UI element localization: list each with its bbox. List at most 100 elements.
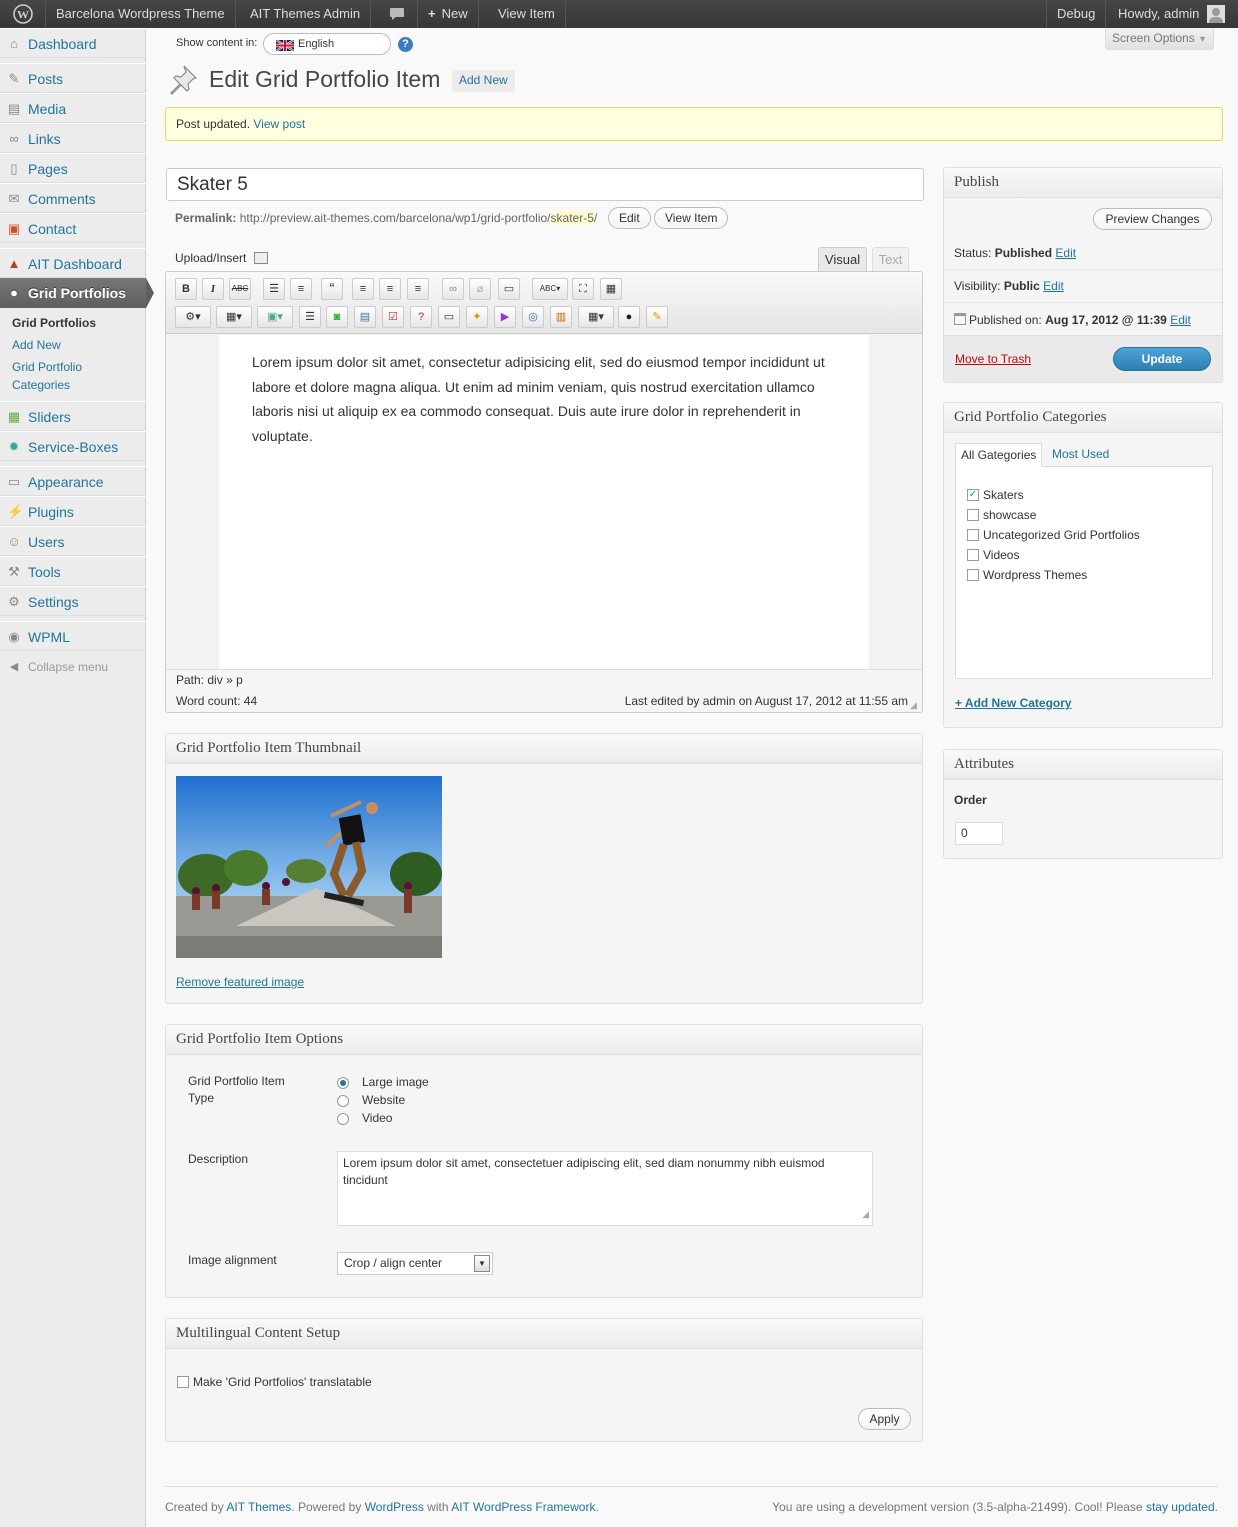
category-item[interactable]: showcase xyxy=(967,508,1036,522)
category-checkbox[interactable]: ✓ xyxy=(967,488,979,501)
wordpress-logo-icon[interactable]: W xyxy=(0,0,46,28)
menu-wpml[interactable]: ◉ WPML xyxy=(0,621,146,651)
translatable-checkbox[interactable] xyxy=(177,1375,189,1388)
permalink-edit-button[interactable]: Edit xyxy=(608,207,651,229)
menu-appearance[interactable]: ▭ Appearance xyxy=(0,466,146,496)
button-shortcode-icon[interactable]: ◙ xyxy=(326,306,348,328)
category-item[interactable]: ✓ Skaters xyxy=(967,488,1024,502)
align-right-icon[interactable]: ≡ xyxy=(407,278,429,300)
strikethrough-button[interactable]: ABC xyxy=(229,278,251,300)
menu-contact[interactable]: ▣ Contact xyxy=(0,213,146,243)
menu-links[interactable]: ∞ Links xyxy=(0,123,146,153)
submenu-add-new[interactable]: Add New xyxy=(12,336,61,354)
fullscreen-icon[interactable]: ⛶ xyxy=(572,278,594,300)
category-checkbox[interactable] xyxy=(967,568,979,581)
tab-all-categories[interactable]: All Gategories xyxy=(955,443,1043,467)
category-item[interactable]: Wordpress Themes xyxy=(967,568,1087,582)
list-style-icon[interactable]: ☰ xyxy=(299,306,321,328)
lightbulb-icon[interactable]: ✦ xyxy=(466,306,488,328)
bold-button[interactable]: B xyxy=(175,278,197,300)
featured-image[interactable] xyxy=(176,776,442,958)
description-textarea[interactable]: Lorem ipsum dolor sit amet, consectetuer… xyxy=(337,1151,873,1226)
upload-insert-label[interactable]: Upload/Insert xyxy=(175,250,268,265)
comments-icon[interactable] xyxy=(376,0,418,28)
menu-plugins[interactable]: ⚡ Plugins xyxy=(0,496,146,526)
insert-link-icon[interactable]: ∞ xyxy=(442,278,464,300)
add-new-category-link[interactable]: + Add New Category xyxy=(955,696,1072,710)
image-alignment-select[interactable]: Crop / align center ▼ xyxy=(337,1252,493,1275)
menu-dashboard[interactable]: ⌂ Dashboard xyxy=(0,28,146,58)
tab-text[interactable]: Text xyxy=(872,247,909,271)
menu-tools[interactable]: ⚒ Tools xyxy=(0,556,146,586)
category-checkbox[interactable] xyxy=(967,528,979,541)
checklist-icon[interactable]: ☑ xyxy=(382,306,404,328)
move-to-trash-link[interactable]: Move to Trash xyxy=(955,352,1031,366)
type-video-radio[interactable] xyxy=(337,1113,349,1125)
shortcodes-gear-icon[interactable]: ⚙▾ xyxy=(175,306,211,328)
frame-icon[interactable]: ▭ xyxy=(438,306,460,328)
image-icon[interactable]: ▣▾ xyxy=(257,306,293,328)
ait-themes-link[interactable]: AIT Themes xyxy=(226,1500,291,1514)
language-selector[interactable]: English xyxy=(263,33,391,55)
menu-ait-dashboard[interactable]: ▲ AIT Dashboard xyxy=(0,248,146,278)
path-div[interactable]: div xyxy=(207,673,222,687)
tab-visual[interactable]: Visual xyxy=(818,247,867,273)
menu-pages[interactable]: ▯ Pages xyxy=(0,153,146,183)
view-post-link[interactable]: View post xyxy=(253,117,305,131)
category-item[interactable]: Videos xyxy=(967,548,1019,562)
category-checkbox[interactable] xyxy=(967,508,979,521)
video-icon[interactable]: ▶ xyxy=(494,306,516,328)
columns-icon[interactable]: ▦▾ xyxy=(216,306,252,328)
wordpress-link[interactable]: WordPress xyxy=(365,1500,424,1514)
category-checkbox[interactable] xyxy=(967,548,979,561)
menu-users[interactable]: ☺ Users xyxy=(0,526,146,556)
editor-content-area[interactable]: Lorem ipsum dolor sit amet, consectetur … xyxy=(219,335,869,669)
tab-most-used[interactable]: Most Used xyxy=(1052,447,1109,461)
eye-icon[interactable]: ● xyxy=(618,306,640,328)
order-input[interactable]: 0 xyxy=(955,822,1003,845)
publish-title[interactable]: Publish xyxy=(944,168,1222,198)
preview-changes-button[interactable]: Preview Changes xyxy=(1093,208,1212,230)
visibility-edit-link[interactable]: Edit xyxy=(1043,279,1064,293)
type-website-radio[interactable] xyxy=(337,1095,349,1107)
help-icon[interactable]: ? xyxy=(398,37,413,52)
align-center-icon[interactable]: ≡ xyxy=(379,278,401,300)
align-left-icon[interactable]: ≡ xyxy=(352,278,374,300)
site-name-link[interactable]: Barcelona Wordpress Theme xyxy=(46,0,236,28)
framework-link[interactable]: AIT WordPress Framework xyxy=(451,1500,595,1514)
thumbnail-box-title[interactable]: Grid Portfolio Item Thumbnail xyxy=(166,734,922,764)
menu-comments[interactable]: ✉ Comments xyxy=(0,183,146,213)
post-title-input[interactable]: Skater 5 xyxy=(166,168,924,201)
type-large-image-radio[interactable] xyxy=(337,1077,349,1089)
status-edit-link[interactable]: Edit xyxy=(1055,246,1076,260)
unlink-icon[interactable]: ⌀ xyxy=(469,278,491,300)
categories-title[interactable]: Grid Portfolio Categories xyxy=(944,403,1222,433)
category-item[interactable]: Uncategorized Grid Portfolios xyxy=(967,528,1140,542)
view-item-link[interactable]: View Item xyxy=(488,0,566,28)
resize-handle-icon[interactable]: ◢ xyxy=(910,700,920,710)
add-new-button[interactable]: Add New xyxy=(452,70,515,92)
published-edit-link[interactable]: Edit xyxy=(1170,313,1191,327)
spellcheck-icon[interactable]: ABC▾ xyxy=(532,278,568,300)
item-options-title[interactable]: Grid Portfolio Item Options xyxy=(166,1025,922,1055)
multilingual-title[interactable]: Multilingual Content Setup xyxy=(166,1319,922,1349)
menu-grid-portfolios[interactable]: ● Grid Portfolios xyxy=(0,278,154,308)
remove-featured-image-link[interactable]: Remove featured image xyxy=(176,975,304,989)
account-menu[interactable]: Howdy, admin xyxy=(1108,0,1231,28)
box-shortcode-icon[interactable]: ▤ xyxy=(354,306,376,328)
path-p[interactable]: p xyxy=(236,673,243,687)
bullet-list-icon[interactable]: ☰ xyxy=(263,278,285,300)
kitchen-sink-icon[interactable]: ▦ xyxy=(600,278,622,300)
menu-media[interactable]: ▤ Media xyxy=(0,93,146,123)
menu-settings[interactable]: ⚙ Settings xyxy=(0,586,146,616)
highlighter-icon[interactable]: ✎ xyxy=(646,306,668,328)
insert-more-icon[interactable]: ▭ xyxy=(498,278,520,300)
compass-icon[interactable]: ◎ xyxy=(522,306,544,328)
themes-admin-link[interactable]: AIT Themes Admin xyxy=(240,0,372,28)
update-button[interactable]: Update xyxy=(1113,347,1211,371)
apply-button[interactable]: Apply xyxy=(858,1408,911,1430)
menu-posts[interactable]: ✎ Posts xyxy=(0,63,146,93)
numbered-list-icon[interactable]: ≡ xyxy=(290,278,312,300)
calendar-icon[interactable]: ▦▾ xyxy=(578,306,614,328)
permalink-slug[interactable]: skater-5 xyxy=(550,211,594,225)
